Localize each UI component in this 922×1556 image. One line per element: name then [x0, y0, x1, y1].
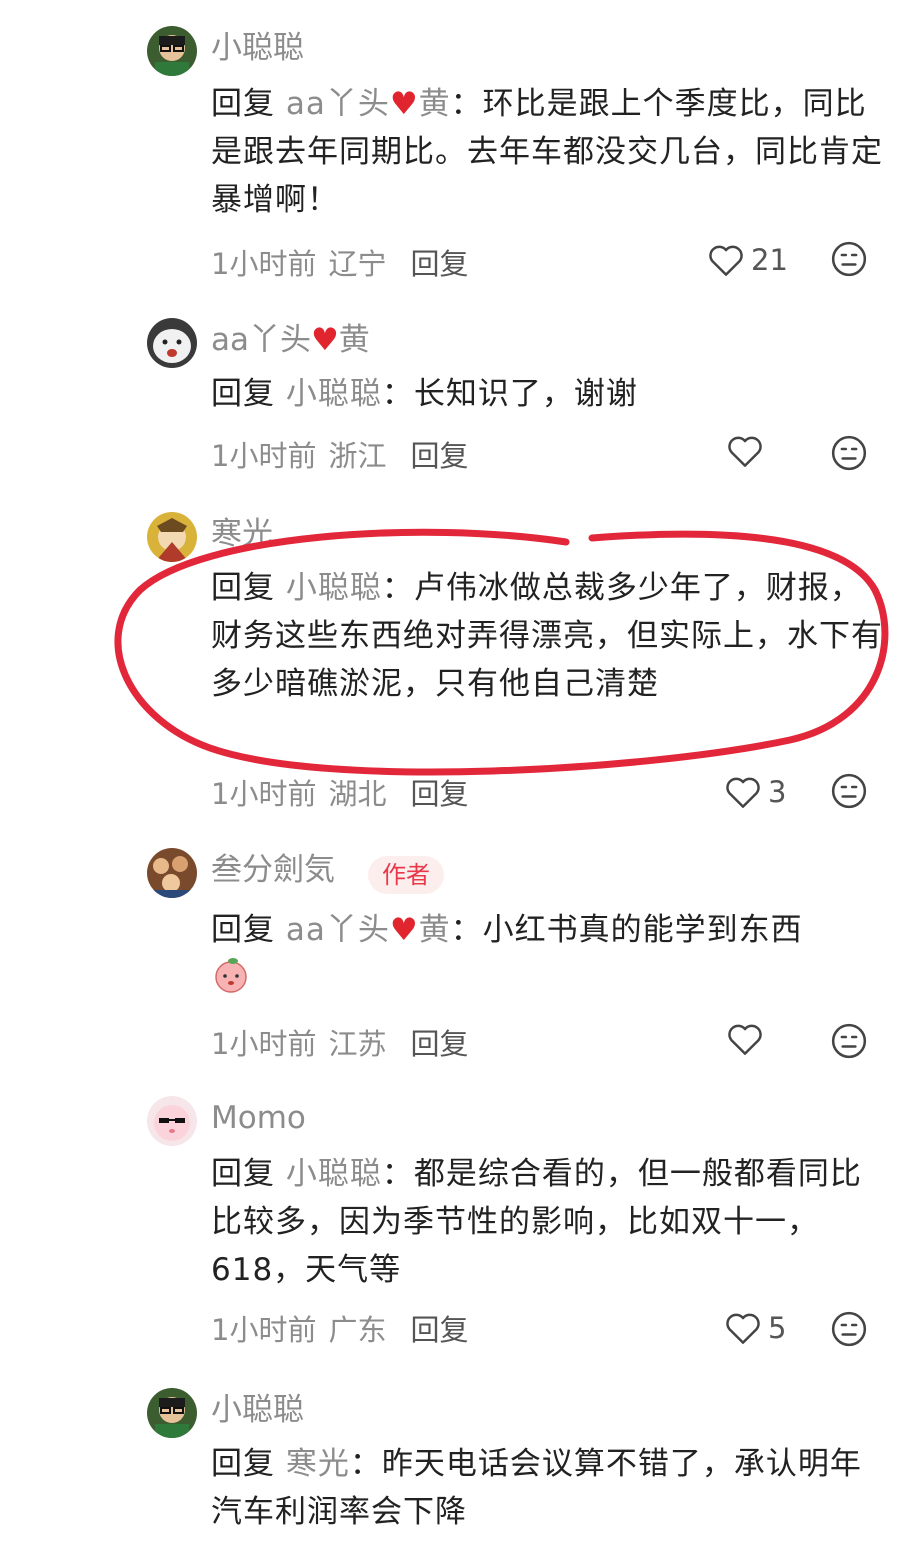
comment-text: 回复 小聪聪：都是综合看的，但一般都看同比比较多，因为季节性的影响，比如双十一，…: [211, 1150, 891, 1294]
like-button[interactable]: [726, 1022, 770, 1056]
location: 湖北: [328, 777, 387, 811]
location: 辽宁: [328, 247, 387, 281]
timestamp: 1小时前: [211, 247, 317, 281]
comment-content: ：小红书真的能学到东西: [450, 912, 803, 948]
username[interactable]: 叁分劍気: [211, 850, 335, 890]
heart-outline-icon: [728, 436, 762, 467]
timestamp: 1小时前: [211, 1027, 317, 1061]
dislike-face-icon: [831, 241, 867, 277]
comment-text: 回复 小聪聪：卢伟冰做总裁多少年了，财报，财务这些东西绝对弄得漂亮，但实际上，水…: [211, 564, 891, 708]
reply-prefix: 回复: [211, 1446, 275, 1482]
reply-to-user[interactable]: aa丫头♥黄: [286, 912, 451, 948]
reply-prefix: 回复: [211, 86, 275, 122]
dislike-button[interactable]: [830, 1310, 868, 1348]
comment-meta: 1小时前 辽宁 回复: [211, 244, 468, 284]
avatar[interactable]: [147, 848, 197, 898]
dislike-face-icon: [831, 1311, 867, 1347]
reply-prefix: 回复: [211, 1156, 275, 1192]
red-heart-emoji: ♥: [389, 912, 419, 948]
comment-text: 回复 aa丫头♥黄：环比是跟上个季度比，同比是跟去年同期比。去年车都没交几台，同…: [211, 80, 891, 224]
peach-emoji: [211, 954, 251, 1008]
comment-item: 寒光 回复 小聪聪：卢伟冰做总裁多少年了，财报，财务这些东西绝对弄得漂亮，但实际…: [0, 512, 922, 832]
comment-meta: 1小时前 湖北 回复: [211, 774, 468, 814]
reply-to-user[interactable]: aa丫头♥黄: [286, 86, 451, 122]
comment-meta: 1小时前 浙江 回复: [211, 436, 468, 476]
reply-prefix: 回复: [211, 570, 275, 606]
reply-button[interactable]: 回复: [410, 439, 468, 473]
reply-button[interactable]: 回复: [410, 247, 468, 281]
avatar[interactable]: [147, 26, 197, 76]
like-count: 3: [768, 775, 787, 809]
like-button[interactable]: 5: [724, 1308, 786, 1348]
location: 江苏: [328, 1027, 387, 1061]
reply-to-user[interactable]: 小聪聪: [286, 376, 382, 412]
username[interactable]: Momo: [211, 1098, 306, 1138]
dislike-button[interactable]: [830, 240, 868, 278]
avatar[interactable]: [147, 512, 197, 562]
comment-text: 回复 aa丫头♥黄：小红书真的能学到东西: [211, 906, 891, 1008]
comment-item: aa丫头♥黄 回复 小聪聪：长知识了，谢谢 1小时前 浙江 回复: [0, 318, 922, 488]
dislike-face-icon: [831, 435, 867, 471]
reply-to-user[interactable]: 小聪聪: [286, 570, 382, 606]
comment-item: Momo 回复 小聪聪：都是综合看的，但一般都看同比比较多，因为季节性的影响，比…: [0, 1096, 922, 1356]
like-button[interactable]: [726, 434, 770, 468]
comment-item: 叁分劍気 作者 回复 aa丫头♥黄：小红书真的能学到东西 1小时前 江苏 回复: [0, 848, 922, 1068]
comment-text: 回复 寒光：昨天电话会议算不错了，承认明年汽车利润率会下降: [211, 1440, 891, 1536]
heart-outline-icon: [726, 777, 760, 808]
like-button[interactable]: 21: [707, 240, 788, 280]
dislike-face-icon: [831, 773, 867, 809]
like-count: 21: [751, 243, 788, 277]
location: 广东: [328, 1313, 387, 1347]
dislike-button[interactable]: [830, 434, 868, 472]
reply-button[interactable]: 回复: [410, 777, 468, 811]
heart-outline-icon: [709, 245, 743, 276]
reply-to-user[interactable]: 小聪聪: [286, 1156, 382, 1192]
reply-prefix: 回复: [211, 912, 275, 948]
reply-to-user[interactable]: 寒光: [286, 1446, 350, 1482]
username[interactable]: aa丫头♥黄: [211, 320, 370, 360]
reply-button[interactable]: 回复: [410, 1027, 468, 1061]
red-heart-emoji: ♥: [311, 322, 339, 358]
comment-item: 小聪聪 回复 aa丫头♥黄：环比是跟上个季度比，同比是跟去年同期比。去年车都没交…: [0, 26, 922, 286]
comment-meta: 1小时前 江苏 回复: [211, 1024, 468, 1064]
dislike-button[interactable]: [830, 772, 868, 810]
reply-button[interactable]: 回复: [410, 1313, 468, 1347]
comment-item: 小聪聪 回复 寒光：昨天电话会议算不错了，承认明年汽车利润率会下降: [0, 1388, 922, 1556]
avatar[interactable]: [147, 318, 197, 368]
comment-text: 回复 小聪聪：长知识了，谢谢: [211, 370, 891, 418]
location: 浙江: [328, 439, 387, 473]
dislike-face-icon: [831, 1023, 867, 1059]
dislike-button[interactable]: [830, 1022, 868, 1060]
like-count: 5: [768, 1311, 787, 1345]
comment-content: ：长知识了，谢谢: [381, 376, 638, 412]
like-button[interactable]: 3: [724, 772, 786, 812]
username[interactable]: 小聪聪: [211, 28, 304, 68]
timestamp: 1小时前: [211, 1313, 317, 1347]
comment-meta: 1小时前 广东 回复: [211, 1310, 468, 1350]
heart-outline-icon: [726, 1313, 760, 1344]
username[interactable]: 小聪聪: [211, 1390, 304, 1430]
username[interactable]: 寒光: [211, 514, 273, 554]
timestamp: 1小时前: [211, 777, 317, 811]
heart-outline-icon: [728, 1024, 762, 1055]
avatar[interactable]: [147, 1096, 197, 1146]
red-heart-emoji: ♥: [389, 86, 419, 122]
reply-prefix: 回复: [211, 376, 275, 412]
avatar[interactable]: [147, 1388, 197, 1438]
timestamp: 1小时前: [211, 439, 317, 473]
author-badge: 作者: [368, 856, 444, 894]
